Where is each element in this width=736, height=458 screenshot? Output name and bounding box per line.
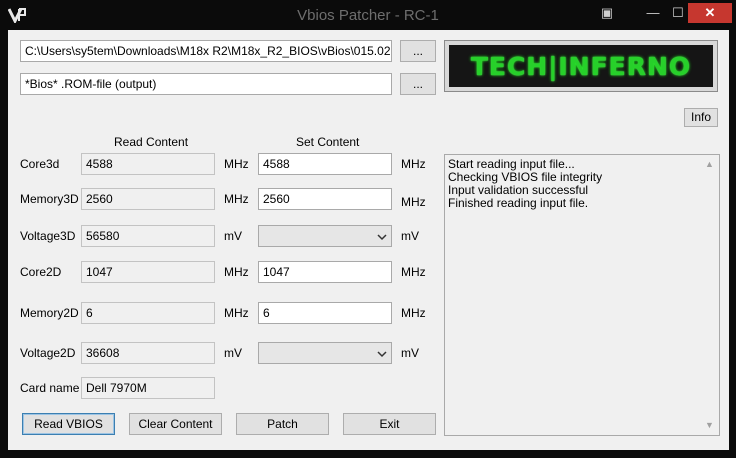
row-label-voltage3d: Voltage3D xyxy=(20,229,76,243)
set-voltage3d-select[interactable] xyxy=(258,225,392,247)
set-memory2d-field[interactable]: 6 xyxy=(258,302,392,324)
logo-panel: TECH|INFERNO xyxy=(449,45,713,87)
set-core2d-unit: MHz xyxy=(401,265,426,279)
set-memory3d-field[interactable]: 2560 xyxy=(258,188,392,210)
help-window-icon[interactable]: ▣ xyxy=(596,3,618,23)
row-label-voltage2d: Voltage2D xyxy=(20,346,76,360)
read-memory2d-field: 6 xyxy=(81,302,215,324)
techinferno-logo: TECH|INFERNO xyxy=(444,40,718,92)
chevron-down-icon xyxy=(377,231,387,241)
set-voltage3d-unit: mV xyxy=(401,229,419,243)
card-name-label: Card name xyxy=(20,381,80,395)
info-button[interactable]: Info xyxy=(684,108,718,127)
set-voltage2d-unit: mV xyxy=(401,346,419,360)
read-core2d-field: 1047 xyxy=(81,261,215,283)
chevron-down-icon xyxy=(377,348,387,358)
read-content-header: Read Content xyxy=(114,135,189,149)
exit-button[interactable]: Exit xyxy=(343,413,436,435)
read-voltage3d-field: 56580 xyxy=(81,225,215,247)
set-core3d-unit: MHz xyxy=(401,157,426,171)
scroll-down-icon[interactable]: ▼ xyxy=(701,417,718,434)
input-file-field[interactable]: C:\Users\sy5tem\Downloads\M18x R2\M18x_R… xyxy=(20,40,392,62)
app-window: Vbios Patcher - RC-1 ▣ — ☐ ✕ C:\Users\sy… xyxy=(0,0,736,458)
set-content-header: Set Content xyxy=(296,135,360,149)
output-file-field[interactable]: *Bios* .ROM-file (output) xyxy=(20,73,392,95)
close-icon[interactable]: ✕ xyxy=(688,3,732,23)
read-core2d-unit: MHz xyxy=(224,265,249,279)
browse-input-button[interactable]: ... xyxy=(400,40,436,62)
row-label-memory3d: Memory3D xyxy=(20,192,79,206)
read-memory2d-unit: MHz xyxy=(224,306,249,320)
log-textbox[interactable]: Start reading input file... Checking VBI… xyxy=(444,154,720,436)
patch-button[interactable]: Patch xyxy=(236,413,329,435)
row-label-core3d: Core3d xyxy=(20,157,60,171)
scroll-up-icon[interactable]: ▲ xyxy=(701,156,718,173)
log-line: Finished reading input file. xyxy=(448,196,589,210)
logo-text: TECH|INFERNO xyxy=(470,51,692,81)
read-core3d-unit: MHz xyxy=(224,157,249,171)
read-memory3d-unit: MHz xyxy=(224,192,249,206)
read-voltage3d-unit: mV xyxy=(224,229,242,243)
set-core2d-field[interactable]: 1047 xyxy=(258,261,392,283)
clear-content-button[interactable]: Clear Content xyxy=(129,413,222,435)
log-lines: Start reading input file... Checking VBI… xyxy=(448,158,699,210)
set-voltage2d-select[interactable] xyxy=(258,342,392,364)
title-bar[interactable]: Vbios Patcher - RC-1 ▣ — ☐ ✕ xyxy=(0,0,736,30)
read-core3d-field: 4588 xyxy=(81,153,215,175)
browse-output-button[interactable]: ... xyxy=(400,73,436,95)
set-memory2d-unit: MHz xyxy=(401,306,426,320)
maximize-icon[interactable]: ☐ xyxy=(666,3,690,23)
read-vbios-button[interactable]: Read VBIOS xyxy=(22,413,115,435)
log-scrollbar[interactable]: ▲ ▼ xyxy=(701,156,718,434)
set-memory3d-unit: MHz xyxy=(401,195,426,209)
card-name-field: Dell 7970M xyxy=(81,377,215,399)
read-voltage2d-unit: mV xyxy=(224,346,242,360)
read-voltage2d-field: 36608 xyxy=(81,342,215,364)
read-memory3d-field: 2560 xyxy=(81,188,215,210)
row-label-core2d: Core2D xyxy=(20,265,62,279)
minimize-icon[interactable]: — xyxy=(640,3,666,23)
set-core3d-field[interactable]: 4588 xyxy=(258,153,392,175)
window-title: Vbios Patcher - RC-1 xyxy=(297,7,439,24)
row-label-memory2d: Memory2D xyxy=(20,306,79,320)
client-area: C:\Users\sy5tem\Downloads\M18x R2\M18x_R… xyxy=(8,30,729,450)
